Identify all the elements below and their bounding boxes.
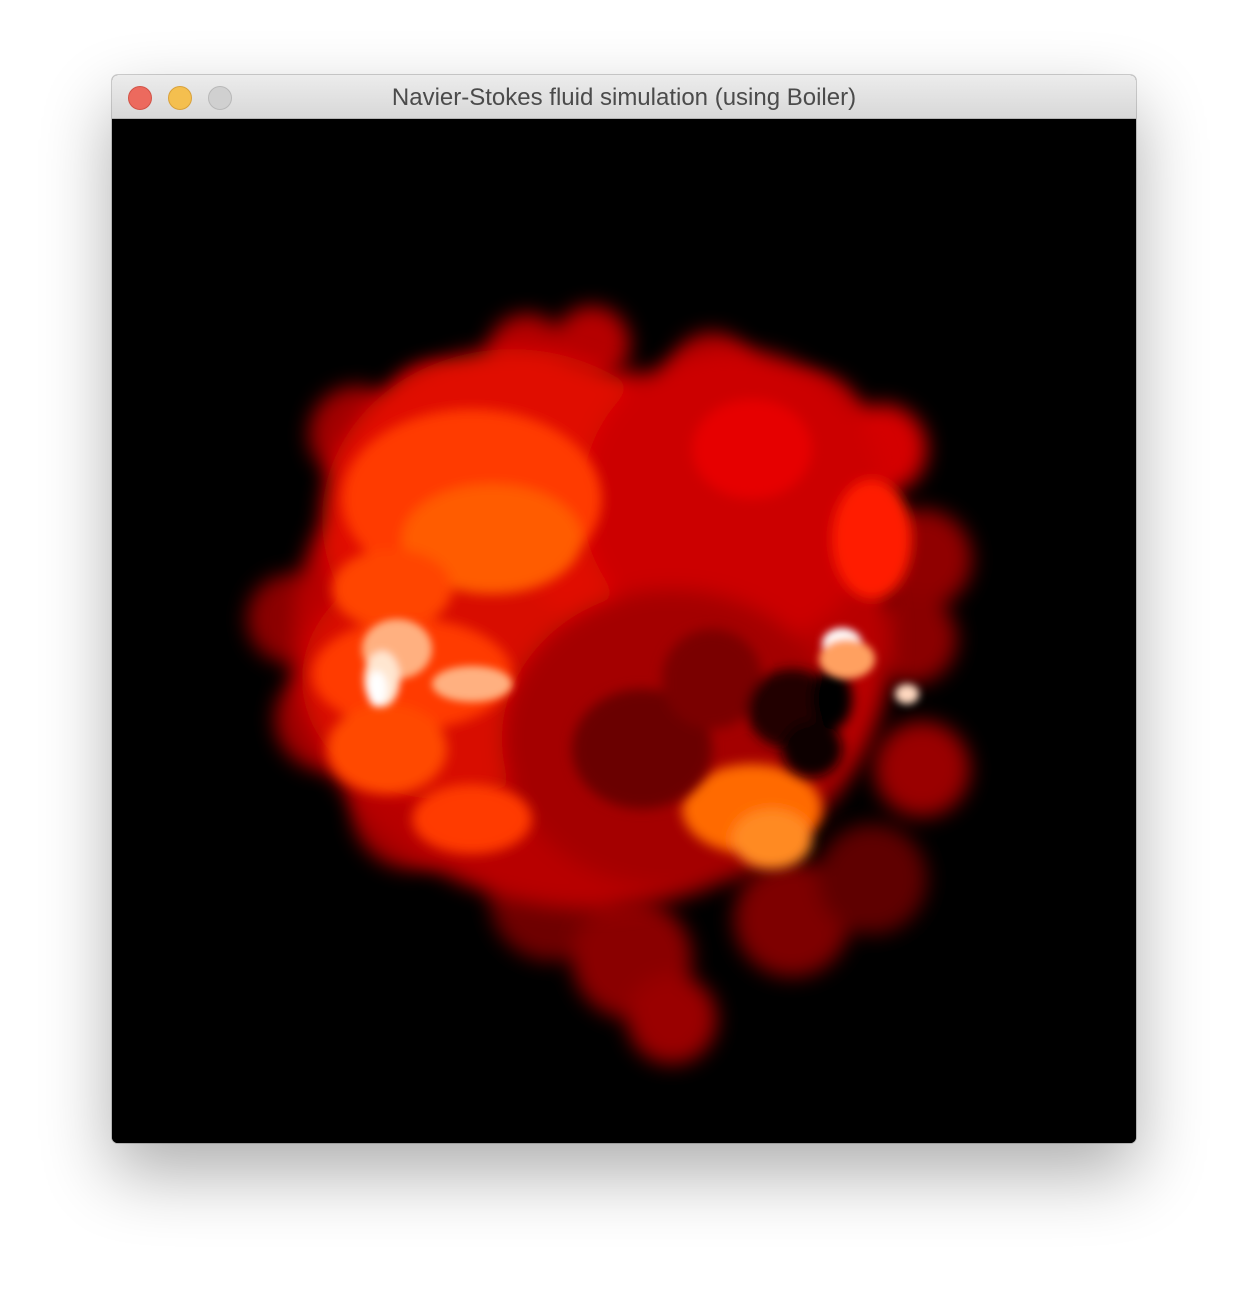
title-bar[interactable]: Navier-Stokes fluid simulation (using Bo…: [112, 75, 1136, 119]
fluid-simulation-render: [112, 119, 1136, 1143]
fluid-simulation-canvas[interactable]: [112, 119, 1136, 1143]
app-window: Navier-Stokes fluid simulation (using Bo…: [112, 75, 1136, 1143]
window-title: Navier-Stokes fluid simulation (using Bo…: [391, 84, 857, 111]
